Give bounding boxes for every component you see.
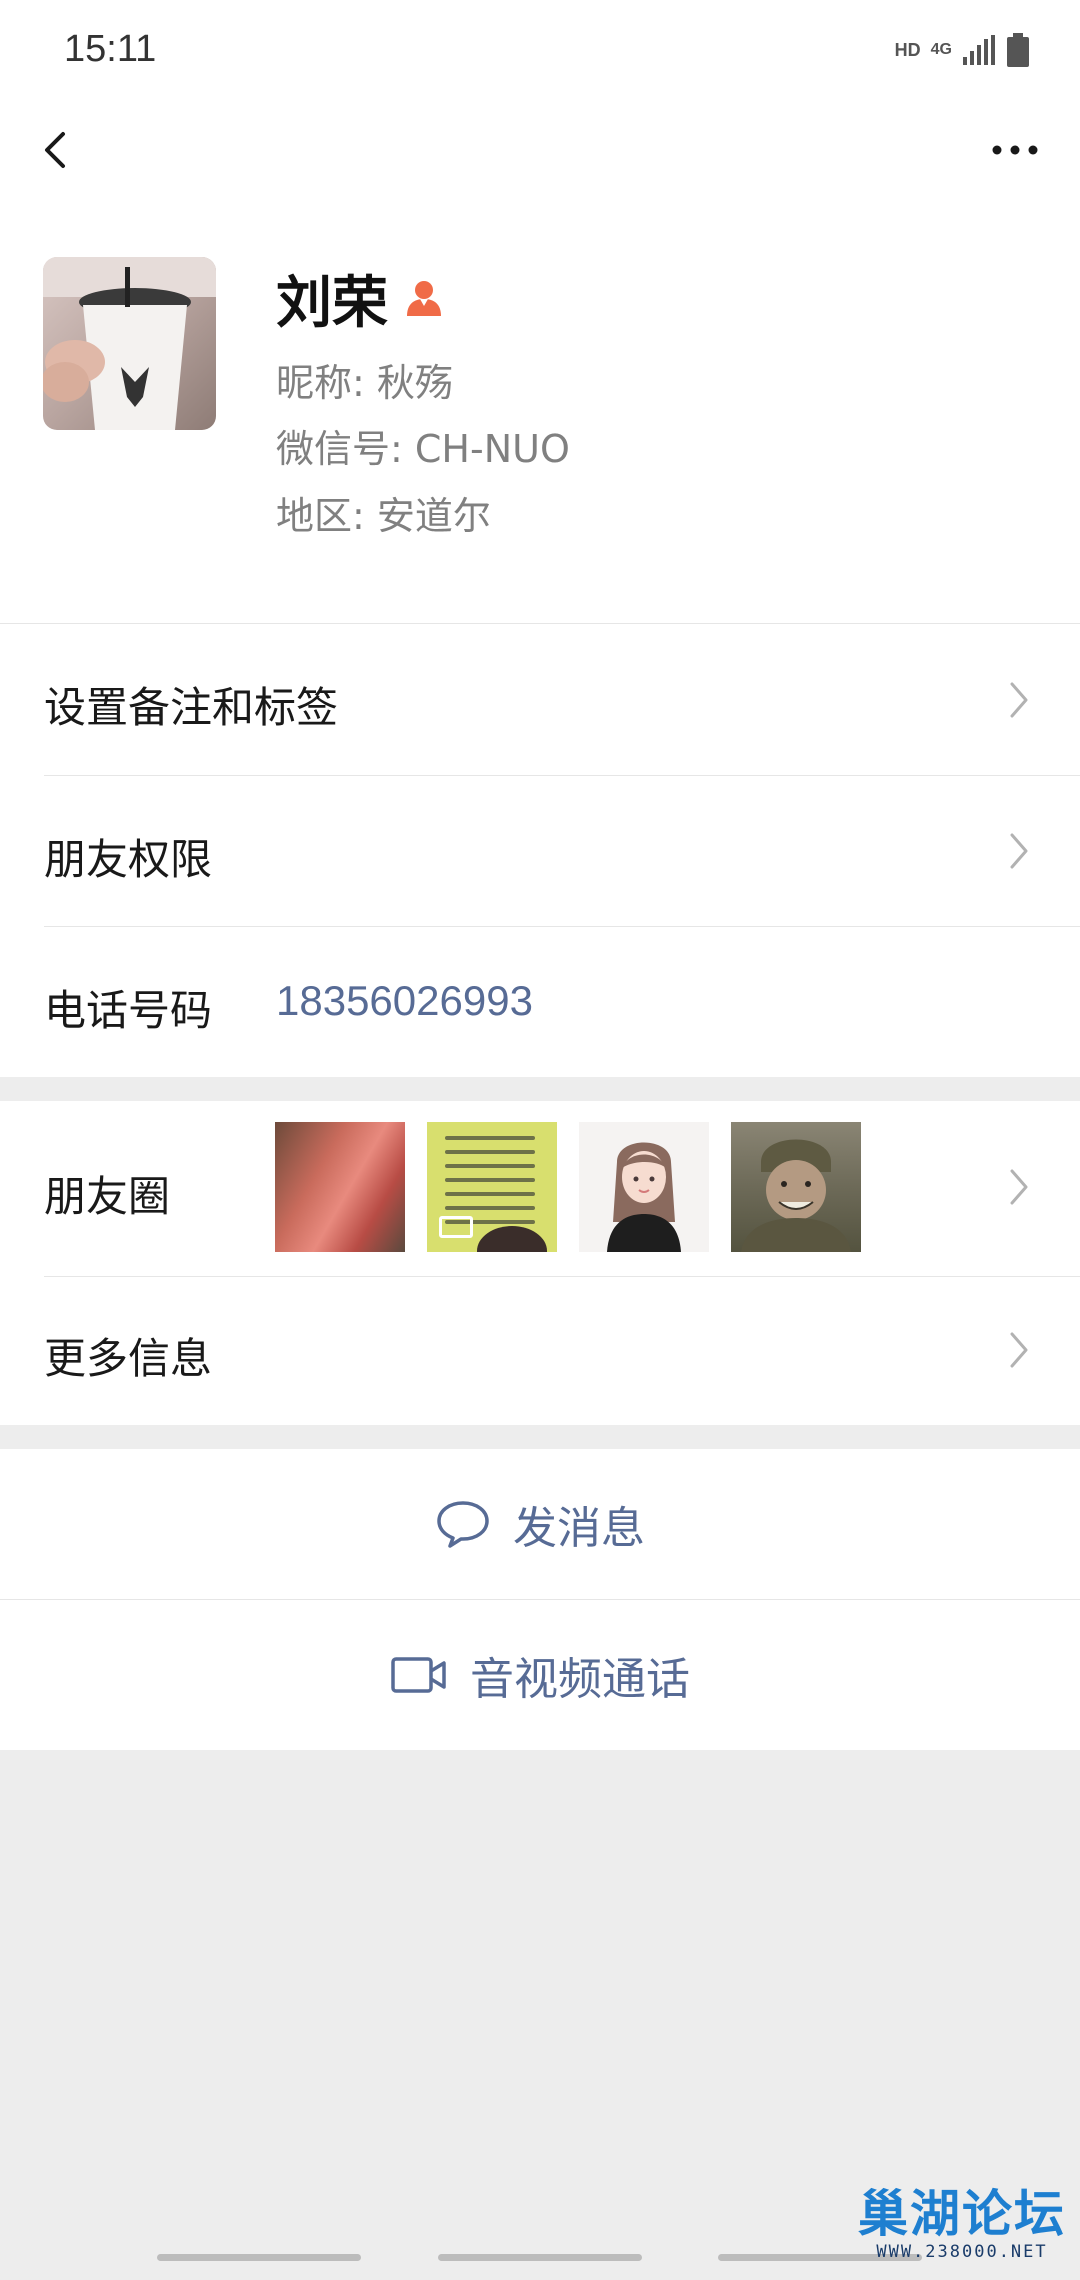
name-row: 刘荣 (276, 258, 446, 338)
phone-row: 电话号码 18356026993 (0, 927, 1080, 1077)
moments-thumbnail (731, 1122, 861, 1252)
watermark-logo: 巢湖论坛 WWW.238000.NET (858, 2184, 1066, 2263)
hd-indicator: HD (894, 39, 921, 60)
moments-thumbnail (579, 1122, 709, 1252)
chevron-right-icon (1010, 1169, 1028, 1205)
more-dots-icon[interactable] (980, 120, 1050, 180)
send-message-button[interactable]: 发消息 (0, 1449, 1080, 1599)
status-time: 15:11 (64, 28, 157, 70)
watermark-title: 巢湖论坛 (858, 2184, 1066, 2243)
moments-thumbnail (275, 1122, 405, 1252)
video-icon (439, 1216, 473, 1238)
moments-section: 朋友圈 更多信息 (0, 1101, 1080, 1425)
status-icons: HD 4G (895, 30, 1030, 70)
gesture-bar (157, 2254, 361, 2261)
gender-female-icon (407, 281, 441, 316)
watermark-url: WWW.238000.NET (876, 2242, 1048, 2262)
chevron-right-icon (1010, 833, 1028, 869)
nickname-text: 昵称: 秋殇 (276, 361, 453, 405)
more-info-label: 更多信息 (44, 1334, 213, 1383)
back-chevron-icon[interactable] (30, 120, 90, 180)
remark-tags-row[interactable]: 设置备注和标签 (0, 624, 1080, 775)
signal-icon (963, 35, 995, 65)
avatar-image (43, 257, 216, 430)
send-message-label: 发消息 (513, 1503, 645, 1554)
moments-thumbnail (427, 1122, 557, 1252)
region-text: 地区: 安道尔 (276, 494, 491, 538)
status-bar: 15:11 HD 4G (0, 0, 1080, 100)
contact-name: 刘荣 (276, 270, 388, 336)
moments-row[interactable]: 朋友圈 (0, 1101, 1080, 1276)
profile-card: 15:11 HD 4G 刘荣 昵称: 秋殇 微信号: CH-NUO 地区: 安道… (0, 0, 1080, 1077)
video-camera-icon (391, 1657, 446, 1693)
video-call-label: 音视频通话 (470, 1654, 690, 1705)
avatar[interactable] (43, 257, 216, 430)
network-type: 4G (930, 41, 952, 58)
moments-label: 朋友圈 (44, 1172, 171, 1221)
friend-permission-label: 朋友权限 (44, 835, 213, 884)
phone-label: 电话号码 (44, 986, 213, 1035)
nav-bar (0, 100, 1080, 200)
chat-bubble-icon (437, 1501, 489, 1548)
battery-icon (1007, 33, 1029, 67)
gesture-bar (438, 2254, 642, 2261)
remark-tags-label: 设置备注和标签 (44, 683, 339, 732)
phone-number-link[interactable]: 18356026993 (276, 977, 533, 1025)
wechat-id-text: 微信号: CH-NUO (276, 427, 570, 471)
chevron-right-icon (1010, 1332, 1028, 1368)
video-call-button[interactable]: 音视频通话 (0, 1600, 1080, 1750)
chevron-right-icon (1010, 682, 1028, 718)
friend-permission-row[interactable]: 朋友权限 (0, 776, 1080, 926)
more-info-row[interactable]: 更多信息 (0, 1277, 1080, 1425)
moments-thumbnails (275, 1122, 861, 1252)
